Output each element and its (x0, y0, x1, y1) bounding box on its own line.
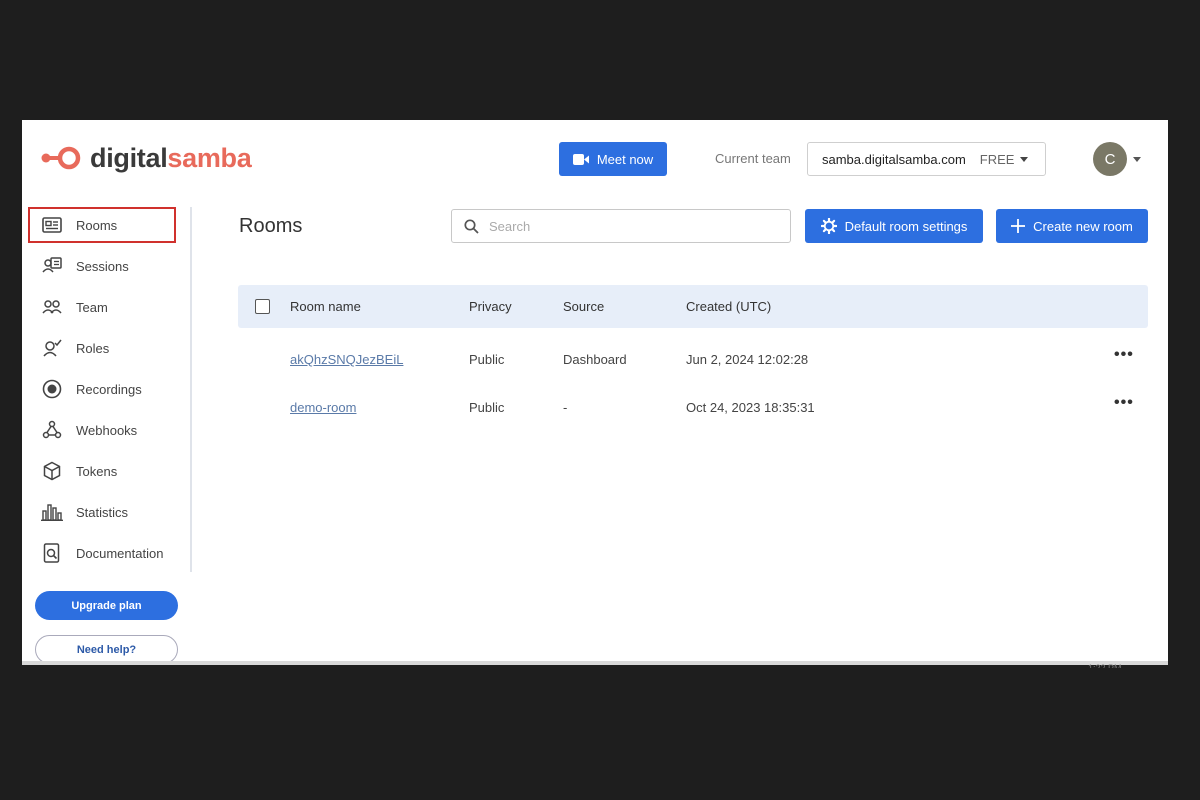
room-name-link[interactable]: demo-room (290, 400, 356, 415)
team-select[interactable]: samba.digitalsamba.com FREE (807, 142, 1046, 176)
room-privacy: Public (469, 400, 505, 415)
video-camera-icon (572, 153, 589, 165)
sidebar-item-roles[interactable]: Roles (28, 330, 176, 366)
column-source[interactable]: Source (563, 299, 604, 314)
sidebar-item-label: Recordings (76, 381, 142, 397)
meet-now-label: Meet now (596, 151, 654, 167)
sidebar-item-team[interactable]: Team (28, 289, 176, 325)
documentation-icon (41, 542, 63, 564)
sidebar-item-label: Webhooks (76, 422, 138, 438)
webhooks-icon (41, 419, 63, 441)
sidebar-item-tokens[interactable]: Tokens (28, 453, 176, 489)
search-box[interactable] (451, 209, 791, 243)
table-row: akQhzSNQJezBEiL Public Dashboard Jun 2, … (238, 344, 1148, 374)
digitalsamba-logo[interactable]: digitalsamba (40, 142, 252, 174)
team-plan-badge: FREE (979, 151, 1015, 167)
team-name: samba.digitalsamba.com (822, 151, 966, 167)
logo-mark-icon (41, 146, 81, 170)
default-room-settings-label: Default room settings (844, 218, 968, 234)
recordings-icon (41, 378, 63, 400)
more-options-icon[interactable]: ••• (1114, 395, 1134, 411)
sidebar-item-rooms[interactable]: Rooms (28, 207, 176, 243)
tokens-icon (41, 460, 63, 482)
sidebar-item-label: Team (76, 299, 108, 315)
avatar-chevron-down-icon[interactable] (1133, 157, 1141, 162)
sidebar-item-label: Statistics (76, 504, 129, 520)
sidebar-item-statistics[interactable]: Statistics (28, 494, 176, 530)
default-room-settings-button[interactable]: Default room settings (805, 209, 983, 243)
window-bottom-edge (22, 661, 1168, 665)
sidebar-item-documentation[interactable]: Documentation (28, 535, 176, 571)
plus-icon (1011, 219, 1026, 233)
column-created[interactable]: Created (UTC) (686, 299, 771, 314)
search-icon (464, 218, 479, 234)
search-input[interactable] (489, 218, 769, 234)
meet-now-button[interactable]: Meet now (559, 142, 667, 176)
room-source: Dashboard (563, 352, 627, 367)
room-created: Oct 24, 2023 18:35:31 (686, 400, 815, 415)
table-header: Room name Privacy Source Created (UTC) (238, 285, 1148, 328)
team-icon (41, 296, 63, 318)
chevron-down-icon (1020, 156, 1029, 162)
sidebar-item-sessions[interactable]: Sessions (28, 248, 176, 284)
sidebar-item-label: Roles (76, 340, 110, 356)
create-new-room-button[interactable]: Create new room (996, 209, 1148, 243)
app-window: digitalsamba Meet now Current team samba… (22, 120, 1168, 665)
sidebar-item-label: Documentation (76, 545, 164, 561)
room-name-link[interactable]: akQhzSNQJezBEiL (290, 352, 403, 367)
room-created: Jun 2, 2024 12:02:28 (686, 352, 809, 367)
upgrade-plan-button[interactable]: Upgrade plan (35, 591, 178, 620)
taskbar-clock-fragment: 1:22 PM (1088, 663, 1122, 668)
rooms-icon (41, 214, 63, 236)
statistics-icon (41, 501, 63, 523)
gear-icon (820, 218, 837, 234)
avatar[interactable]: C (1093, 142, 1127, 176)
select-all-checkbox[interactable] (255, 299, 270, 314)
create-new-room-label: Create new room (1033, 218, 1133, 234)
page-title: Rooms (239, 215, 303, 237)
column-privacy[interactable]: Privacy (469, 299, 512, 314)
room-source: - (563, 400, 568, 415)
current-team-label: Current team (715, 151, 791, 166)
roles-icon (41, 337, 63, 359)
need-help-button[interactable]: Need help? (35, 635, 178, 664)
more-options-icon[interactable]: ••• (1114, 347, 1134, 363)
sidebar-item-webhooks[interactable]: Webhooks (28, 412, 176, 448)
logo-text: digitalsamba (90, 142, 252, 173)
sidebar: Rooms Sessions Team Roles Recordings Web… (22, 207, 192, 572)
room-privacy: Public (469, 352, 505, 367)
sidebar-item-label: Rooms (76, 217, 118, 233)
sidebar-item-label: Sessions (76, 258, 129, 274)
table-row: demo-room Public - Oct 24, 2023 18:35:31… (238, 392, 1148, 422)
column-room-name[interactable]: Room name (290, 299, 361, 314)
sidebar-item-label: Tokens (76, 463, 118, 479)
sessions-icon (41, 255, 63, 277)
sidebar-item-recordings[interactable]: Recordings (28, 371, 176, 407)
